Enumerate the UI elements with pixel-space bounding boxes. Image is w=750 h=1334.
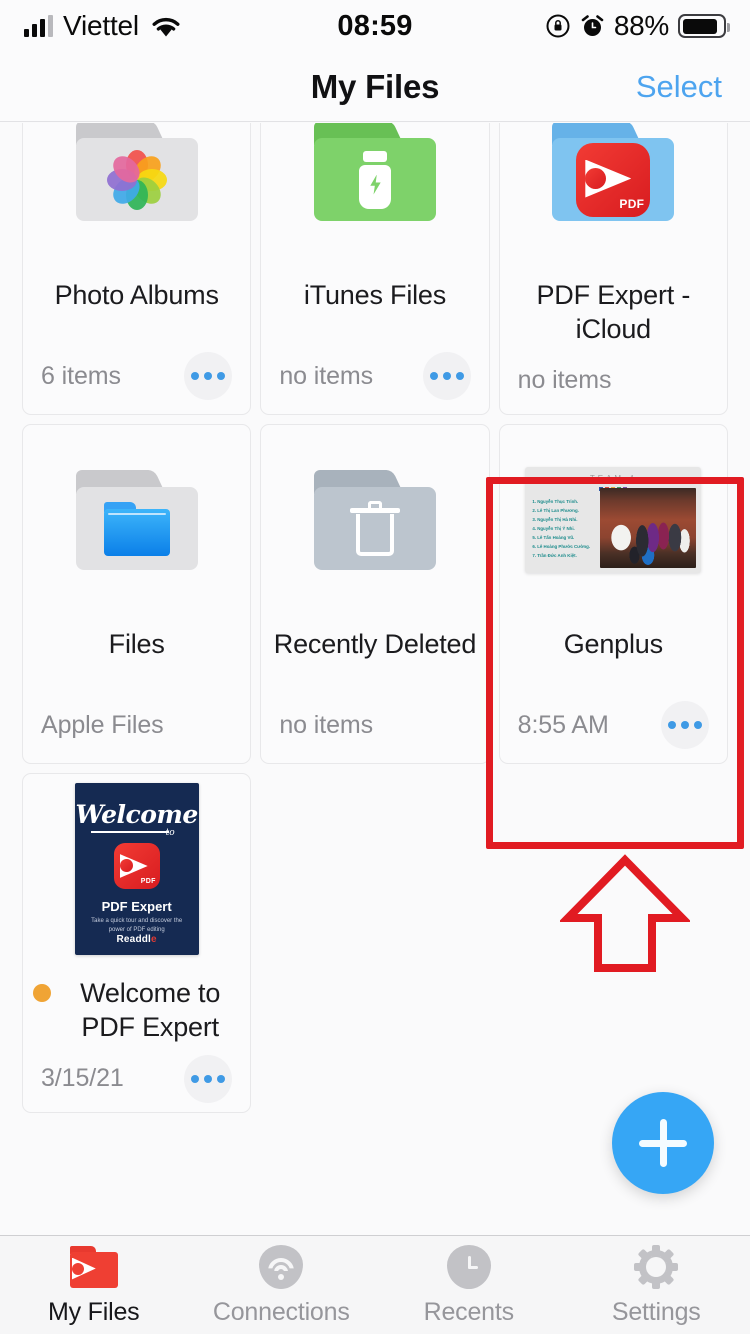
trash-folder-icon [313,470,436,570]
tab-label: My Files [48,1297,140,1326]
rotation-lock-icon [546,14,570,38]
more-options-button[interactable] [660,701,709,749]
more-options-button[interactable] [422,352,471,400]
tab-recents[interactable]: Recents [375,1244,563,1327]
card-title: Recently Deleted [273,629,477,659]
status-bar-center: 08:59 [337,10,412,43]
cellular-signal-icon [24,15,53,37]
tab-connections[interactable]: Connections [188,1244,376,1327]
card-footer: 6 items [23,342,250,414]
cover-product-name: PDF Expert [101,899,172,914]
tab-label: Settings [611,1297,701,1326]
slide-group-photo [600,488,697,568]
gear-icon [634,1244,679,1290]
card-thumbnail [261,123,488,266]
card-title: Photo Albums [54,280,219,310]
tab-label: Connections [212,1297,350,1326]
battery-icon [678,14,731,38]
wifi-icon [259,1244,304,1290]
cover-brand: Readdle [116,934,157,945]
card-thumbnail: PDF [500,123,727,266]
card-subtitle: 8:55 AM [517,710,609,739]
clock-icon [446,1244,491,1290]
card-subtitle: Apple Files [41,710,164,739]
tab-my-files[interactable]: My Files [0,1244,188,1327]
card-footer: no items [261,342,488,414]
card-title: Files [108,629,165,659]
cover-pdf-expert-logo-icon: PDF [113,843,160,889]
card-subtitle: no items [517,366,612,395]
presentation-slide-thumbnail: TEAM 4 1. Nguyễn Thục Trinh. 2. Lê Thị L… [525,467,702,573]
tab-bar: My Files Connections Recents Settings [0,1235,750,1334]
cover-underline [90,831,169,833]
add-button[interactable] [612,1092,714,1194]
card-subtitle: 3/15/21 [41,1064,124,1093]
status-bar: Viettel 08:59 88% [0,0,750,52]
apple-files-folder-icon [75,470,198,570]
navigation-bar: My Files Select [0,52,750,122]
itunes-usb-folder-icon [313,123,436,221]
clock-time: 08:59 [337,9,413,42]
unread-dot-icon [33,984,51,1002]
trash-can-glyph [349,500,400,558]
carrier-label: Viettel [63,10,139,41]
cover-tagline: Take a quick tour and discover the power… [91,918,183,934]
pdf-expert-logo-icon: PDF [576,142,651,217]
card-subtitle: no items [279,710,374,739]
more-options-button[interactable] [184,1054,233,1103]
card-title: iTunes Files [303,280,447,310]
card-thumbnail: Welcome to PDF PDF Expert Take a quick t… [23,774,250,964]
wifi-icon [152,17,180,37]
pdf-expert-folder-icon [69,1244,118,1290]
photos-folder-icon [75,123,198,221]
card-thumbnail [23,123,250,266]
alarm-clock-icon [581,14,604,36]
file-card-files[interactable]: Files Apple Files [22,424,252,764]
card-thumbnail: TEAM 4 1. Nguyễn Thục Trinh. 2. Lê Thị L… [500,425,727,615]
more-options-button[interactable] [184,352,233,400]
file-card-genplus[interactable]: TEAM 4 1. Nguyễn Thục Trinh. 2. Lê Thị L… [498,424,728,764]
pdf-expert-icloud-folder-icon: PDF [552,123,675,221]
card-footer: no items [500,347,727,414]
cover-welcome-text: Welcome [75,800,199,829]
tab-settings[interactable]: Settings [563,1244,750,1327]
card-footer: no items [261,691,488,763]
pdf-cover-thumbnail: Welcome to PDF PDF Expert Take a quick t… [74,783,199,955]
status-bar-left: Viettel [24,10,337,42]
plus-icon-bar [639,1139,687,1147]
tab-label: Recents [423,1297,515,1326]
status-bar-right: 88% [413,10,731,42]
slide-heading: TEAM 4 [589,474,637,483]
battery-percent-label: 88% [613,10,670,41]
file-card-welcome-pdf-expert[interactable]: Welcome to PDF PDF Expert Take a quick t… [22,773,252,1113]
page-title: My Files [310,67,440,105]
files-scroll-area[interactable]: Photo Albums 6 items iTunes Files no ite… [0,123,750,1235]
select-button[interactable]: Select [636,69,722,105]
card-title: Welcome to PDF Expert [23,964,250,1045]
file-card-itunes-files[interactable]: iTunes Files no items [260,123,490,415]
annotation-up-arrow-icon [560,854,690,972]
card-thumbnail [261,425,488,615]
card-title: Genplus [563,629,663,659]
card-footer: 3/15/21 [23,1045,250,1112]
file-card-pdf-expert-icloud[interactable]: PDF PDF Expert - iCloud no items [498,123,728,415]
card-title: PDF Expert - iCloud [536,280,691,345]
card-title-text: Welcome to PDF Expert [80,978,221,1043]
card-subtitle: no items [279,361,374,390]
card-footer: 8:55 AM [500,691,727,763]
card-thumbnail [23,425,250,615]
card-footer: Apple Files [23,691,250,763]
cover-to-text: to [165,828,175,838]
file-card-recently-deleted[interactable]: Recently Deleted no items [260,424,490,764]
photos-flower-glyph [106,149,167,210]
slide-name-list: 1. Nguyễn Thục Trinh. 2. Lê Thị Lan Phươ… [532,499,591,559]
usb-drive-glyph [357,150,393,209]
file-card-photo-albums[interactable]: Photo Albums 6 items [22,123,252,415]
card-subtitle: 6 items [41,361,121,390]
blue-folder-glyph [103,501,170,556]
